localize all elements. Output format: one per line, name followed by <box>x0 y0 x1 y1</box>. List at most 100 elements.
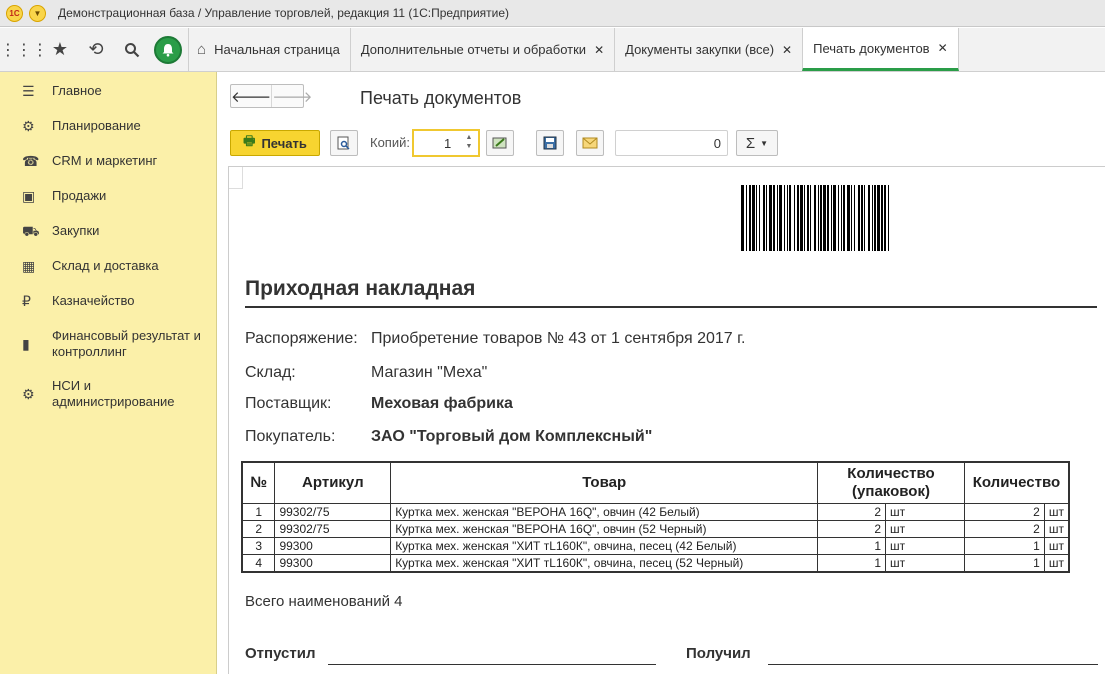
history-icon[interactable]: ⟲ <box>78 28 114 71</box>
cell-item: Куртка мех. женская "ВЕРОНА 16Q", овчин … <box>390 503 819 521</box>
printer-icon: 🖶 <box>243 133 256 148</box>
tab-print-documents[interactable]: Печать документов ✕ <box>802 28 959 71</box>
printed-document: Приходная накладная Распоряжение: Приобре… <box>228 166 1105 674</box>
sidebar-item-warehouse[interactable]: ▦ Склад и доставка <box>0 258 217 275</box>
tab-purchase-documents[interactable]: Документы закупки (все) ✕ <box>614 28 802 71</box>
document-corner <box>229 167 243 189</box>
close-icon[interactable]: ✕ <box>782 43 792 57</box>
cell-unit: шт <box>1043 520 1070 538</box>
print-button-label: Печать <box>261 135 307 151</box>
toolbar: 🖶 Печать Копий: 1 ▲ ▼ 0 Σ ▼ <box>230 129 1090 158</box>
field-supplier: Поставщик: Меховая фабрика <box>245 395 513 413</box>
sidebar-item-sales[interactable]: ▣ Продажи <box>0 188 217 205</box>
close-icon[interactable]: ✕ <box>938 41 948 55</box>
sidebar-item-admin[interactable]: ⚙ НСИ и администрирование <box>0 378 217 410</box>
navigation-buttons: 🡐 🡒 <box>230 84 312 108</box>
copies-value: 1 <box>444 136 452 151</box>
cell-unit: шт <box>1043 554 1070 572</box>
apps-grid-icon[interactable]: ⋮⋮⋮ <box>0 28 48 71</box>
close-icon[interactable]: ✕ <box>594 43 604 57</box>
items-table: № Артикул Товар Количество (упаковок) Ко… <box>241 461 1070 573</box>
cell-unit-pack: шт <box>885 520 965 538</box>
signature-released-line <box>328 664 656 665</box>
warehouse-icon: ▦ <box>22 258 36 274</box>
cell-unit-pack: шт <box>885 554 965 572</box>
forward-arrow-icon[interactable]: 🡒 <box>271 85 312 107</box>
preview-button[interactable] <box>330 130 358 156</box>
cell-unit-pack: шт <box>885 537 965 555</box>
sidebar-item-treasury[interactable]: ₽ Казначейство <box>0 293 217 310</box>
field-label: Покупатель: <box>245 428 336 445</box>
tab-additional-reports[interactable]: Дополнительные отчеты и обработки ✕ <box>349 28 614 71</box>
signature-received-label: Получил <box>686 645 751 662</box>
table-row: 2 99302/75 Куртка мех. женская "ВЕРОНА 1… <box>241 520 1070 538</box>
field-order: Распоряжение: Приобретение товаров № 43 о… <box>245 330 745 348</box>
cell-sku: 99302/75 <box>274 503 392 521</box>
document-title: Приходная накладная <box>245 277 1097 308</box>
print-button[interactable]: 🖶 Печать <box>230 130 320 156</box>
table-row: 1 99302/75 Куртка мех. женская "ВЕРОНА 1… <box>241 503 1070 521</box>
sidebar-item-financial-result[interactable]: ▮ Финансовый результат и контроллинг <box>0 328 217 360</box>
notifications-bell-icon[interactable] <box>154 35 182 64</box>
tab-label: Начальная страница <box>214 42 340 57</box>
column-header: Товар <box>390 461 819 504</box>
edit-icon <box>492 137 507 149</box>
back-arrow-icon[interactable]: 🡐 <box>231 85 271 107</box>
save-icon <box>543 136 557 150</box>
save-button[interactable] <box>536 130 564 156</box>
sidebar-item-crm[interactable]: ☎ CRM и маркетинг <box>0 153 217 170</box>
cell-sku: 99300 <box>274 537 392 555</box>
preview-icon <box>337 136 350 150</box>
barcode-bar <box>889 185 892 251</box>
cell-item: Куртка мех. женская "ВЕРОНА 16Q", овчин … <box>390 520 819 538</box>
sidebar-item-purchases[interactable]: ⛟ Закупки <box>0 223 217 242</box>
total-items: Всего наименований 4 <box>245 593 403 610</box>
field-value: Приобретение товаров № 43 от 1 сентября … <box>371 330 746 347</box>
field-label: Склад: <box>245 364 296 381</box>
field-label: Поставщик: <box>245 395 332 412</box>
menu-icon: ☰ <box>22 83 35 99</box>
search-icon[interactable] <box>114 28 150 71</box>
sum-button[interactable]: Σ ▼ <box>736 130 778 156</box>
sidebar-item-label: Продажи <box>52 188 107 203</box>
1c-logo-icon[interactable]: 1С <box>6 4 23 22</box>
table-header-row: № Артикул Товар Количество (упаковок) Ко… <box>241 461 1070 504</box>
window-titlebar: 1С ▼ Демонстрационная база / Управление … <box>0 0 1105 27</box>
cell-qty: 1 <box>963 537 1045 555</box>
sidebar-item-planning[interactable]: ⚙ Планирование <box>0 118 217 135</box>
sidebar-item-main[interactable]: ☰ Главное <box>0 83 217 100</box>
cell-qty: 2 <box>963 520 1045 538</box>
field-buyer: Покупатель: ЗАО "Торговый дом Комплексный… <box>245 428 652 446</box>
sidebar-item-label: Планирование <box>52 118 141 133</box>
email-icon <box>582 137 598 149</box>
gear-icon: ⚙ <box>22 386 35 402</box>
tab-label: Печать документов <box>813 40 930 56</box>
cell-sku: 99300 <box>274 554 392 572</box>
sidebar: ☰ Главное ⚙ Планирование ☎ CRM и маркети… <box>0 72 217 674</box>
bar-chart-icon: ▮ <box>22 336 30 352</box>
sum-value-field: 0 <box>615 130 728 156</box>
cell-item: Куртка мех. женская "ХИТ тL160К", овчина… <box>390 537 819 555</box>
main-menu-icon[interactable]: ▼ <box>29 4 46 22</box>
favorites-star-icon[interactable]: ★ <box>42 28 78 71</box>
tab-home[interactable]: ⌂ Начальная страница <box>188 28 350 71</box>
email-button[interactable] <box>576 130 604 156</box>
page-title: Печать документов <box>360 88 522 108</box>
ruble-icon: ₽ <box>22 293 31 309</box>
dropdown-arrow-icon: ▼ <box>760 138 769 148</box>
copies-spinner[interactable]: ▲ ▼ <box>462 133 476 153</box>
cell-qty-pack: 1 <box>817 554 887 572</box>
column-header: Количество (упаковок) <box>817 461 965 504</box>
sum-icon: Σ <box>745 134 756 152</box>
barcode-image <box>741 185 1075 251</box>
cell-number: 2 <box>241 520 276 538</box>
copies-input[interactable]: 1 ▲ ▼ <box>412 129 480 157</box>
column-header: Артикул <box>274 461 392 504</box>
sidebar-item-label: Главное <box>52 83 102 98</box>
cell-unit: шт <box>1043 503 1070 521</box>
signature-received-line <box>768 664 1098 665</box>
edit-document-button[interactable] <box>486 130 514 156</box>
sidebar-item-label: CRM и маркетинг <box>52 153 158 168</box>
field-value: Меховая фабрика <box>371 395 513 412</box>
cell-item: Куртка мех. женская "ХИТ тL160К", овчина… <box>390 554 819 572</box>
